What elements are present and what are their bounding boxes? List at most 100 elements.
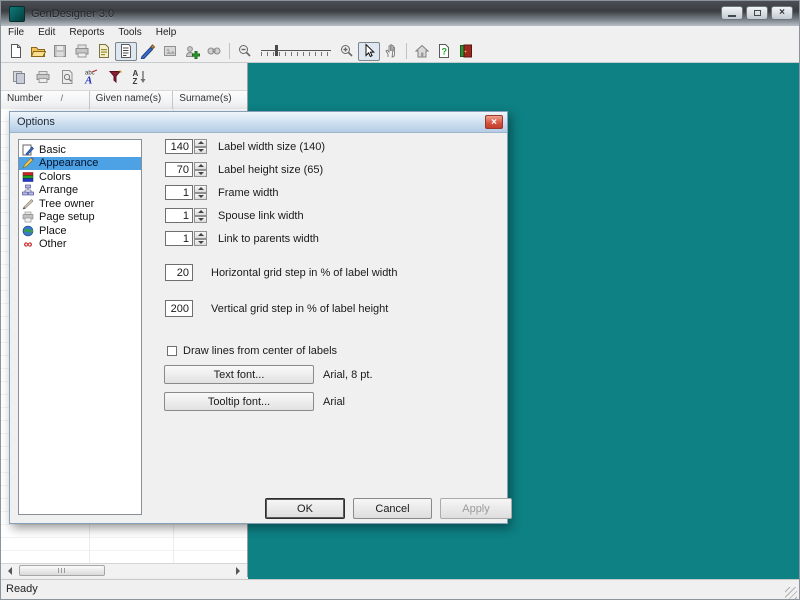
dialog-titlebar[interactable]: Options × xyxy=(10,112,507,133)
category-label: Basic xyxy=(39,144,66,156)
apply-button[interactable]: Apply xyxy=(440,498,512,519)
print-list-icon[interactable] xyxy=(31,66,55,88)
scroll-right-button[interactable] xyxy=(231,565,245,577)
scrollbar-thumb[interactable] xyxy=(19,565,105,576)
find-icon[interactable] xyxy=(203,42,225,61)
options-dialog: Options × Basic Appearance Colors Arrang… xyxy=(9,111,508,524)
help-icon[interactable]: ? xyxy=(433,42,455,61)
column-header-number[interactable]: Number/ xyxy=(1,91,90,109)
horizontal-grid-step-label: Horizontal grid step in % of label width xyxy=(211,267,397,279)
print-icon[interactable] xyxy=(71,42,93,61)
spin-down-icon[interactable] xyxy=(194,147,207,155)
spin-up-icon[interactable] xyxy=(194,162,207,170)
image-icon[interactable] xyxy=(159,42,181,61)
zoom-in-icon[interactable] xyxy=(336,42,358,61)
spouse-link-width-input[interactable]: 1 xyxy=(165,208,193,223)
text-font-button[interactable]: Text font... xyxy=(164,365,314,384)
menu-help[interactable]: Help xyxy=(149,26,184,40)
svg-text:A: A xyxy=(84,75,92,86)
spin-down-icon[interactable] xyxy=(194,216,207,224)
menu-edit[interactable]: Edit xyxy=(31,26,62,40)
spin-down-icon[interactable] xyxy=(194,170,207,178)
spin-down-icon[interactable] xyxy=(194,193,207,201)
zoom-out-icon[interactable] xyxy=(234,42,256,61)
category-other[interactable]: ∞ Other xyxy=(19,238,141,252)
scroll-left-button[interactable] xyxy=(3,565,17,577)
copy-icon[interactable] xyxy=(7,66,31,88)
vertical-grid-step-input[interactable]: 200 xyxy=(165,300,193,317)
horizontal-grid-step-input[interactable]: 20 xyxy=(165,264,193,281)
select-tool-icon[interactable] xyxy=(358,42,380,61)
design-view-icon[interactable] xyxy=(137,42,159,61)
list-view-icon[interactable] xyxy=(115,42,137,61)
list-column-headers: Number/ Given name(s) Surname(s) xyxy=(1,91,247,110)
category-place[interactable]: Place xyxy=(19,224,141,238)
label-width-input[interactable]: 140 xyxy=(165,139,193,154)
place-icon xyxy=(22,225,34,237)
category-basic[interactable]: Basic xyxy=(19,143,141,157)
column-header-given-names[interactable]: Given name(s) xyxy=(90,91,174,109)
close-button[interactable]: × xyxy=(771,6,793,20)
zoom-slider[interactable] xyxy=(259,42,333,60)
open-folder-icon[interactable] xyxy=(27,42,49,61)
menu-reports[interactable]: Reports xyxy=(62,26,111,40)
draw-lines-checkbox[interactable] xyxy=(167,346,177,356)
spin-up-icon[interactable] xyxy=(194,208,207,216)
basic-icon xyxy=(22,144,34,156)
dialog-close-button[interactable]: × xyxy=(485,115,503,129)
spouse-link-width-label: Spouse link width xyxy=(218,210,304,222)
other-icon: ∞ xyxy=(22,238,34,250)
category-arrange[interactable]: Arrange xyxy=(19,184,141,198)
spin-down-icon[interactable] xyxy=(194,239,207,247)
minimize-button[interactable] xyxy=(721,6,743,20)
filter-icon[interactable] xyxy=(103,66,127,88)
scrollbar-grip-icon xyxy=(58,568,67,573)
cancel-button[interactable]: Cancel xyxy=(353,498,432,519)
link-to-parents-width-spinner[interactable] xyxy=(194,231,207,246)
label-height-spinner[interactable] xyxy=(194,162,207,177)
link-to-parents-width-input[interactable]: 1 xyxy=(165,231,193,246)
category-page-setup[interactable]: Page setup xyxy=(19,211,141,225)
list-toolbar: abcA AZ xyxy=(1,63,247,91)
add-person-icon[interactable] xyxy=(181,42,203,61)
horizontal-scrollbar[interactable] xyxy=(1,563,247,577)
menu-file[interactable]: File xyxy=(1,26,31,40)
maximize-icon xyxy=(754,10,761,16)
toolbar-separator xyxy=(406,43,407,59)
new-document-icon[interactable] xyxy=(5,42,27,61)
frame-width-row: 1 Frame width xyxy=(165,185,279,200)
sort-ascending-icon[interactable]: AZ xyxy=(127,66,151,88)
label-height-input[interactable]: 70 xyxy=(165,162,193,177)
report-icon[interactable] xyxy=(93,42,115,61)
horizontal-grid-step-row: 20 Horizontal grid step in % of label wi… xyxy=(165,264,397,281)
frame-width-spinner[interactable] xyxy=(194,185,207,200)
column-header-surnames[interactable]: Surname(s) xyxy=(173,91,247,109)
save-icon[interactable] xyxy=(49,42,71,61)
category-tree-owner[interactable]: Tree owner xyxy=(19,197,141,211)
spouse-link-width-spinner[interactable] xyxy=(194,208,207,223)
tooltip-font-button[interactable]: Tooltip font... xyxy=(164,392,314,411)
category-label: Colors xyxy=(39,171,71,183)
app-icon xyxy=(9,6,25,22)
maximize-button[interactable] xyxy=(746,6,768,20)
dialog-title: Options xyxy=(17,116,55,128)
ok-button[interactable]: OK xyxy=(265,498,345,519)
spouse-link-width-row: 1 Spouse link width xyxy=(165,208,304,223)
options-category-list[interactable]: Basic Appearance Colors Arrange Tree own… xyxy=(18,139,142,515)
exit-icon[interactable] xyxy=(455,42,477,61)
frame-width-input[interactable]: 1 xyxy=(165,185,193,200)
spelling-icon[interactable]: abcA xyxy=(79,66,103,88)
scroll-right-icon xyxy=(236,567,240,575)
category-colors[interactable]: Colors xyxy=(19,170,141,184)
print-preview-icon[interactable] xyxy=(55,66,79,88)
menu-tools[interactable]: Tools xyxy=(111,26,148,40)
home-icon[interactable] xyxy=(411,42,433,61)
zoom-slider-thumb[interactable] xyxy=(275,45,278,56)
pan-tool-icon[interactable] xyxy=(380,42,402,61)
spin-up-icon[interactable] xyxy=(194,185,207,193)
spin-up-icon[interactable] xyxy=(194,139,207,147)
spin-up-icon[interactable] xyxy=(194,231,207,239)
category-appearance[interactable]: Appearance xyxy=(19,157,141,171)
label-width-spinner[interactable] xyxy=(194,139,207,154)
resize-grip[interactable] xyxy=(785,587,797,599)
